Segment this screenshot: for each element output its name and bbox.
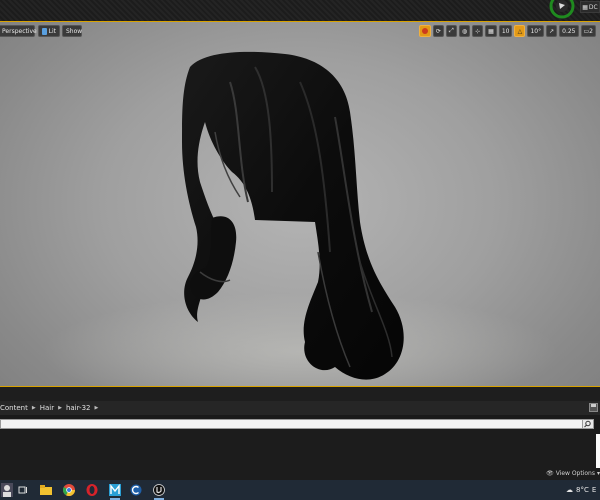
cloud-icon: ☁ [566, 486, 573, 494]
file-explorer-icon[interactable] [39, 483, 53, 497]
unreal-engine-icon[interactable] [152, 483, 166, 500]
eye-icon: 👁 [546, 469, 554, 477]
cinema4d-icon[interactable] [129, 483, 143, 497]
breadcrumb: Content ▶ Hair ▶ hair-32 ▶ [0, 401, 600, 415]
level-viewport[interactable]: Perspective Lit Show ⟳ ⤢ ◍ ⊹ ▦ 10 △ 10° … [0, 21, 600, 387]
asset-search-input[interactable] [0, 419, 584, 429]
breadcrumb-separator-icon[interactable]: ▶ [58, 405, 62, 411]
save-all-icon[interactable] [589, 403, 598, 412]
source-control-icon[interactable] [549, 0, 576, 19]
asset-thumbnail[interactable] [596, 434, 600, 468]
view-options-button[interactable]: 👁 View Options ▾ [546, 468, 600, 478]
weather-widget[interactable]: ☁ 8°C E [566, 483, 596, 497]
chrome-icon[interactable] [62, 483, 76, 497]
editor-top-bar: ▦ DC [0, 0, 600, 21]
task-view-icon[interactable] [16, 483, 30, 497]
breadcrumb-content[interactable]: Content [0, 404, 28, 412]
breadcrumb-hair[interactable]: Hair [40, 404, 54, 412]
breadcrumb-separator-icon[interactable]: ▶ [95, 405, 99, 411]
breadcrumb-separator-icon[interactable]: ▶ [32, 405, 36, 411]
grid-icon: ▦ [582, 3, 588, 11]
marvelous-designer-icon[interactable] [108, 483, 122, 500]
search-icon[interactable] [582, 419, 594, 429]
magnifier-icon [584, 420, 591, 428]
asset-view[interactable] [0, 430, 600, 480]
opera-icon[interactable] [85, 483, 99, 497]
user-avatar-icon[interactable] [0, 483, 14, 497]
top-right-button[interactable]: ▦ DC [580, 1, 600, 13]
breadcrumb-hair-32[interactable]: hair-32 [66, 404, 91, 412]
hair-mesh[interactable] [0, 22, 600, 387]
content-browser-toolbar [0, 387, 600, 401]
